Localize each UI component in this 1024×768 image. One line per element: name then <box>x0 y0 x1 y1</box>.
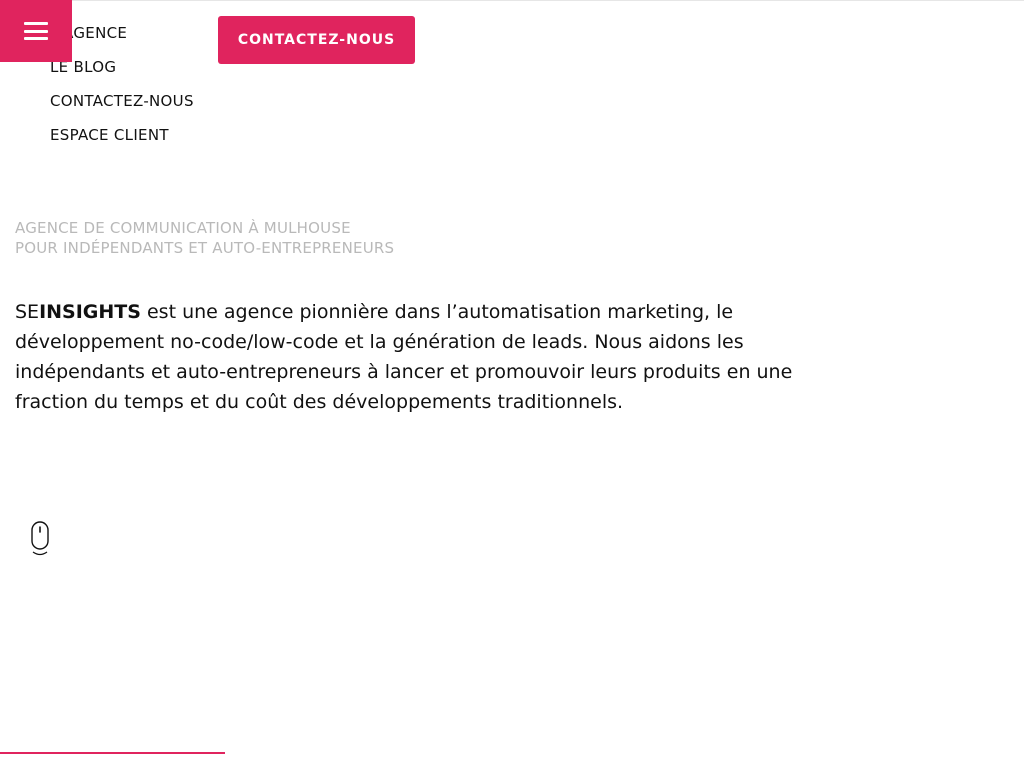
hero-eyebrow-line-2: POUR INDÉPENDANTS ET AUTO-ENTREPRENEURS <box>15 239 395 257</box>
hero-eyebrow-line-1: AGENCE DE COMMUNICATION À MULHOUSE <box>15 219 351 237</box>
nav-item-espace-client[interactable]: ESPACE CLIENT <box>50 122 194 156</box>
top-border <box>0 0 1024 1</box>
hero-eyebrow: AGENCE DE COMMUNICATION À MULHOUSE POUR … <box>15 218 394 258</box>
page: L'AGENCE LE BLOG CONTACTEZ-NOUS ESPACE C… <box>0 0 1024 768</box>
mouse-scroll-icon[interactable] <box>30 520 50 558</box>
brand-name-bold: INSIGHTS <box>39 301 141 323</box>
contact-cta-button[interactable]: CONTACTEZ-NOUS <box>218 16 415 64</box>
nav-item-contact[interactable]: CONTACTEZ-NOUS <box>50 88 194 122</box>
menu-toggle-button[interactable] <box>0 0 72 62</box>
brand-prefix: SE <box>15 301 40 323</box>
progress-bar <box>0 752 225 754</box>
hamburger-icon <box>24 22 48 40</box>
hero-intro-paragraph: SEINSIGHTS est une agence pionnière dans… <box>15 297 805 417</box>
